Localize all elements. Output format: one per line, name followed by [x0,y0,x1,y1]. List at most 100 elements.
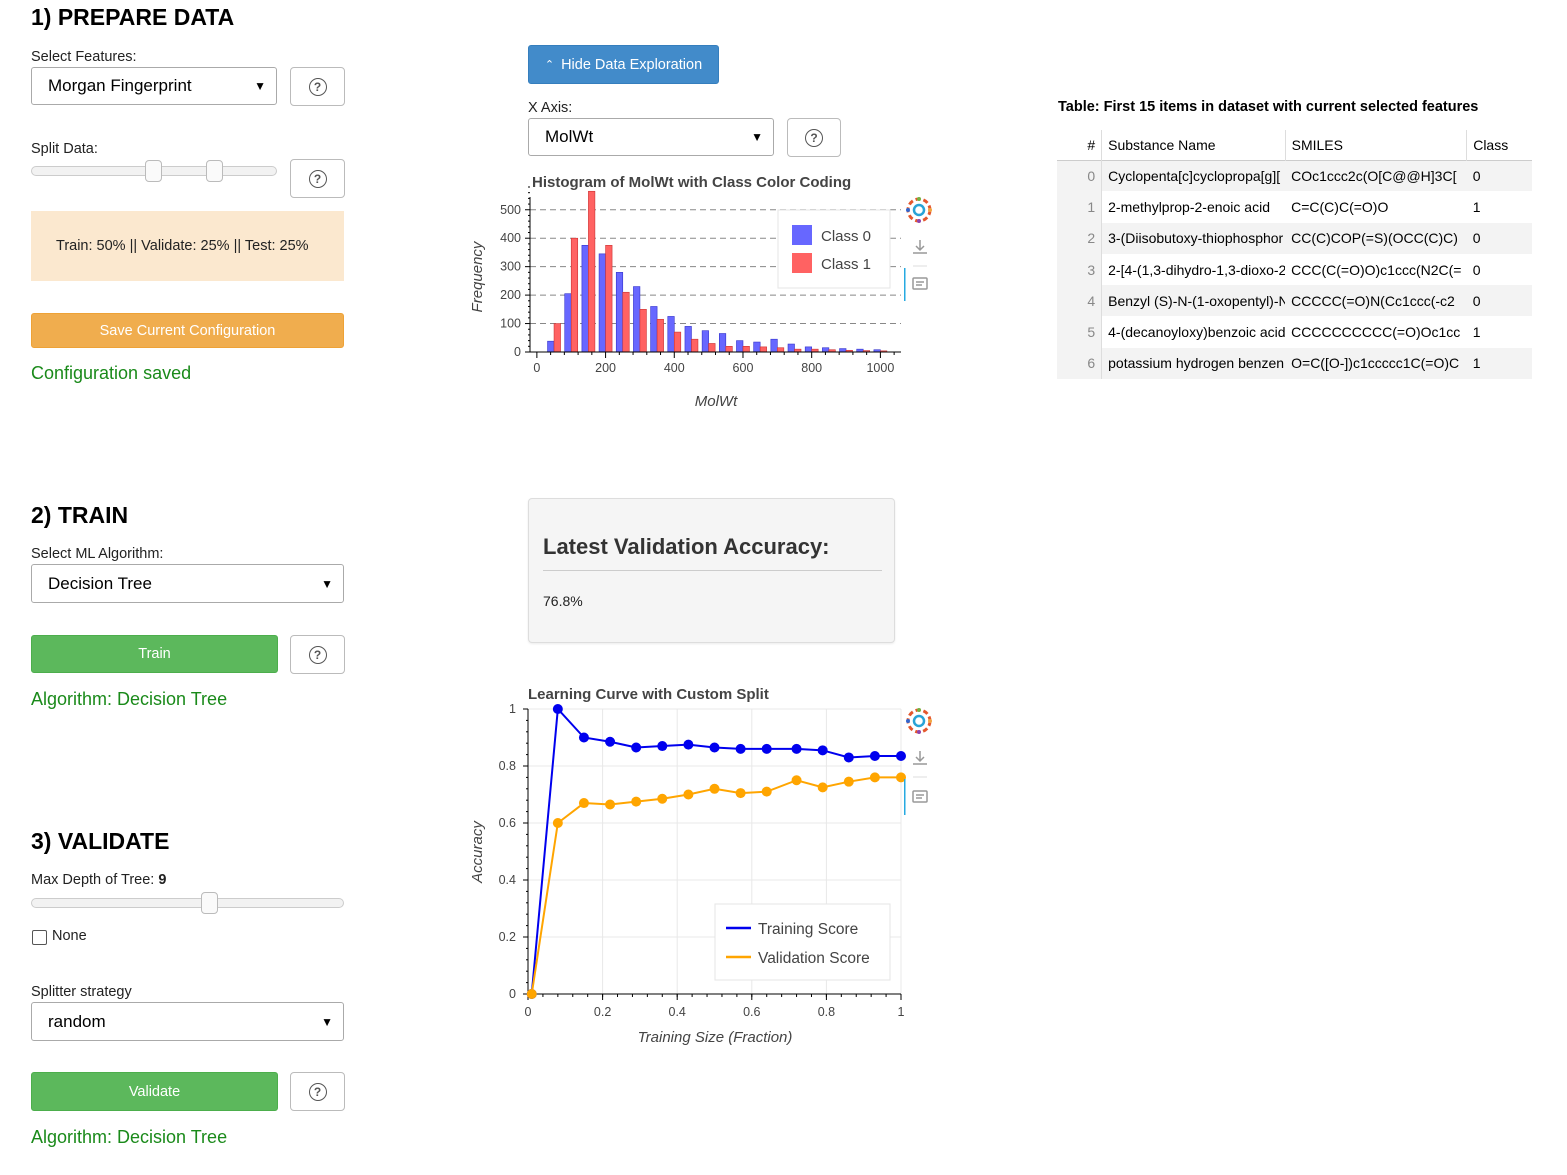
histogram-bar-class0 [581,245,589,353]
caret-down-icon: ▼ [254,79,266,93]
legend-label-class0: Class 0 [821,228,871,245]
none-checkbox[interactable] [32,930,47,945]
question-icon: ? [308,77,327,96]
histogram-xtick-label: 1000 [866,361,894,375]
table-header-name[interactable]: Substance Name [1101,130,1286,160]
learning-curve-xtick-label: 0.4 [669,1005,686,1019]
save-configuration-button[interactable]: Save Current Configuration [31,313,344,348]
learning-curve-point-training [869,751,880,762]
xaxis-select[interactable]: MolWt ▼ [528,118,774,156]
validate-help-button[interactable]: ? [290,1072,345,1111]
depth-slider-track[interactable] [31,898,344,908]
table-row[interactable]: 1 2-methylprop-2-enoic acid C=C(C)C(=O)O 1 [1057,191,1532,223]
histogram-bar-class0 [633,286,641,353]
learning-curve-ytick-label: 0.8 [499,759,516,773]
learning-curve-point-training [761,743,772,754]
depth-label-text: Max Depth of Tree: [31,872,159,888]
depth-slider-handle[interactable] [201,892,218,914]
histogram-bar-class1 [742,346,750,353]
hide-exploration-button[interactable]: ⌃ Hide Data Exploration [528,45,719,84]
train-button[interactable]: Train [31,635,278,673]
histogram-bar-class0 [701,330,709,353]
histogram-ytick-label: 100 [500,317,521,331]
hover-icon[interactable] [912,790,928,803]
learning-curve-point-validation [817,782,828,793]
table-cell-smiles: CCCCCCCCCC(=O)Oc1cc [1291,324,1461,341]
train-help-button[interactable]: ? [290,635,345,674]
learning-curve-xtick-label: 1 [898,1005,905,1019]
table-title: Table: First 15 items in dataset with cu… [1058,99,1479,115]
save-icon[interactable] [913,240,927,254]
data-table-grid: # Substance Name SMILES Class 0 Cyclopent… [1057,130,1532,380]
features-help-button[interactable]: ? [290,67,345,106]
xaxis-help-button[interactable]: ? [787,118,841,157]
histogram-legend: Class 0 Class 1 [777,209,891,289]
legend-label-class1: Class 1 [821,256,871,273]
algo-label: Select ML Algorithm: [31,546,164,562]
learning-curve-ytick-label: 1 [509,702,516,716]
histogram-bar-class1 [673,331,682,353]
splitter-label: Splitter strategy [31,984,132,1000]
histogram-ytick-label: 500 [500,203,521,217]
question-icon: ? [308,645,327,664]
histogram-bar-class0 [719,333,727,353]
split-slider-handle-1[interactable] [145,160,162,182]
histogram-xtick-label: 600 [733,361,754,375]
splitter-select[interactable]: random ▼ [31,1002,344,1041]
question-icon: ? [308,169,327,188]
bokeh-logo-icon[interactable] [906,197,932,223]
table-row[interactable]: 0 Cyclopenta[c]cyclopropa[g][COc1ccc2c(O[… [1057,160,1532,192]
features-select-value: Morgan Fingerprint [48,76,192,95]
learning-curve-point-validation [761,786,772,797]
save-icon[interactable] [913,751,927,765]
xaxis-select-value: MolWt [545,127,594,146]
table-cell-name: 2-methylprop-2-enoic acid [1108,198,1270,215]
train-heading: 2) TRAIN [31,502,129,528]
chart-toolbar-1 [904,197,932,301]
learning-curve-legend: Training Score Validation Score [714,903,891,981]
table-header-smiles[interactable]: SMILES [1285,130,1468,160]
learning-curve-ytick-label: 0.2 [499,930,516,944]
table-cell-class: 0 [1472,292,1481,309]
validate-button[interactable]: Validate [31,1072,278,1111]
table-header-class[interactable]: Class [1467,130,1532,160]
histogram-bar-class1 [725,346,733,353]
histogram-bar-class1 [605,245,613,353]
table-cell-class: 1 [1472,355,1481,372]
table-cell-index: 3 [1057,253,1103,286]
table-cell-smiles: CCC(C(=O)O)c1ccc(N2C(= [1291,261,1462,278]
caret-down-icon: ▼ [321,576,333,591]
hover-icon[interactable] [912,277,928,290]
features-label: Select Features: [31,49,137,65]
table-row[interactable]: 2 3-(Diisobutoxy-thiophosphor CC(C)COP(=S)… [1057,222,1532,254]
learning-curve-point-training [631,742,642,753]
table-cell-name: potassium hydrogen benzen [1108,355,1285,372]
data-table[interactable]: # Substance Name SMILES Class 0 Cyclopent… [1057,130,1532,380]
learning-curve-point-validation [869,772,880,783]
table-cell-index: 4 [1057,285,1103,317]
table-cell-index: 1 [1057,191,1103,223]
histogram-bar-class1 [759,346,767,353]
split-slider-handle-2[interactable] [206,160,223,182]
none-label: None [52,928,87,944]
table-row[interactable]: 4 Benzyl (S)-N-(1-oxopentyl)-N CCCCC(=O)N(… [1057,285,1532,317]
legend-label-training: Training Score [758,921,858,938]
table-row[interactable]: 3 2-[4-(1,3-dihydro-1,3-dioxo-2 CCC(C(=O)O… [1057,253,1532,286]
table-cell-name: Benzyl (S)-N-(1-oxopentyl)-N [1108,292,1286,309]
histogram-bar-class1 [691,338,699,353]
histogram-ytick-label: 200 [500,288,521,302]
algo-select[interactable]: Decision Tree ▼ [31,564,344,603]
histogram-bar-class0 [736,340,744,353]
table-row[interactable]: 5 4-(decanoyloxy)benzoic acid CCCCCCCCCC(=… [1057,316,1532,348]
bokeh-logo-icon[interactable] [906,708,932,734]
table-row[interactable]: 6 potassium hydrogen benzen O=C([O-])c1ccc… [1057,347,1532,380]
table-cell-smiles: O=C([O-])c1ccccc1C(=O)C [1291,355,1460,372]
features-select[interactable]: Morgan Fingerprint ▼ [31,67,277,105]
histogram-ytick-label: 400 [500,231,521,245]
split-help-button[interactable]: ? [290,159,345,198]
histogram-bar-class1 [553,323,561,353]
table-cell-index: 0 [1057,160,1103,192]
learning-curve-point-validation [791,775,802,786]
table-cell-index: 6 [1057,347,1103,380]
table-header-index[interactable]: # [1057,130,1103,160]
